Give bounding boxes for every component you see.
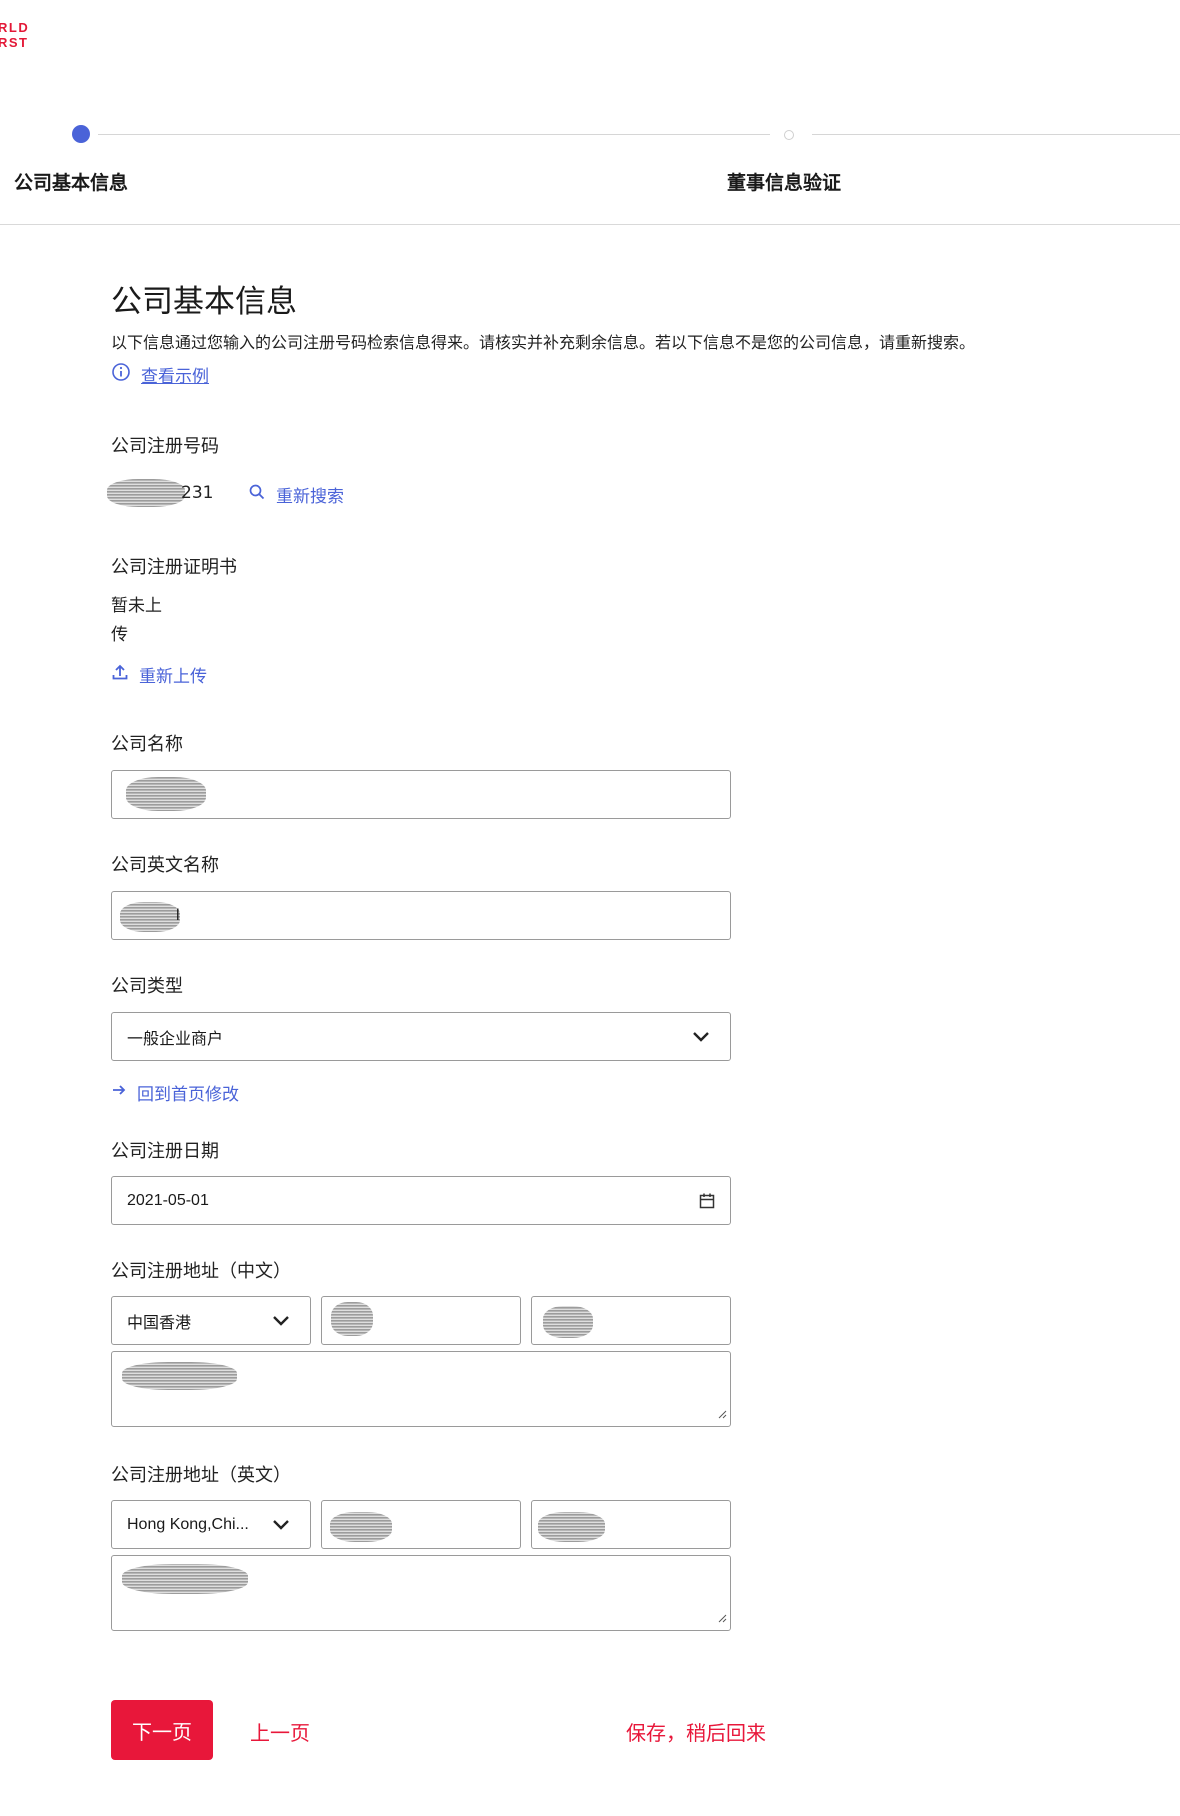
redacted-scribble <box>122 1362 237 1390</box>
company-name-en-label: 公司英文名称 <box>111 855 219 876</box>
company-type-label: 公司类型 <box>111 976 183 997</box>
registration-date-input[interactable]: 2021-05-01 <box>111 1176 731 1225</box>
certificate-label: 公司注册证明书 <box>111 557 237 578</box>
company-name-en-input[interactable]: l <box>111 891 731 940</box>
back-to-home-link[interactable]: 回到首页修改 <box>111 1080 239 1105</box>
registration-date-label: 公司注册日期 <box>111 1141 219 1162</box>
reupload-label: 重新上传 <box>139 667 207 687</box>
registration-number-value <box>105 476 185 510</box>
logo-text-line1: RLD <box>0 20 30 35</box>
search-icon <box>248 483 266 506</box>
address-cn-district-input[interactable] <box>531 1296 731 1345</box>
header-divider <box>0 224 1180 225</box>
redacted-scribble <box>126 777 206 811</box>
address-cn-region-value: 中国香港 <box>127 1314 192 1332</box>
arrow-right-icon <box>111 1082 127 1103</box>
certificate-status-line2: 传 <box>111 625 128 645</box>
calendar-icon[interactable] <box>698 1192 716 1210</box>
redacted-scribble <box>120 902 180 932</box>
save-for-later-button[interactable]: 保存，稍后回来 <box>626 1717 766 1746</box>
redacted-scribble <box>538 1512 605 1542</box>
step-2-label: 董事信息验证 <box>727 172 842 194</box>
step-connector <box>98 134 770 135</box>
resize-grip-icon[interactable] <box>717 1404 727 1423</box>
logo-text-line2: RST <box>0 35 29 50</box>
redacted-scribble <box>331 1302 373 1336</box>
address-cn-detail-textarea[interactable] <box>111 1351 731 1427</box>
company-name-input[interactable] <box>111 770 731 819</box>
address-en-city-input[interactable] <box>321 1500 521 1549</box>
registration-number-label: 公司注册号码 <box>111 436 219 457</box>
company-name-en-suffix: l <box>176 906 180 924</box>
previous-page-button[interactable]: 上一页 <box>250 1717 310 1746</box>
redacted-scribble <box>107 479 185 507</box>
step-1-label: 公司基本信息 <box>14 172 129 194</box>
research-label: 重新搜索 <box>276 487 344 507</box>
view-example-link[interactable]: 查看示例 <box>111 362 209 387</box>
view-example-label: 查看示例 <box>141 367 209 387</box>
chevron-down-icon <box>272 1519 290 1531</box>
company-type-value: 一般企业商户 <box>127 1030 224 1048</box>
step-connector <box>812 134 1180 135</box>
address-en-label: 公司注册地址（英文） <box>111 1465 291 1486</box>
address-en-region-select[interactable]: Hong Kong,Chi... <box>111 1500 311 1549</box>
redacted-scribble <box>330 1512 392 1542</box>
research-link[interactable]: 重新搜索 <box>248 482 344 507</box>
step-2-indicator <box>784 130 794 140</box>
chevron-down-icon <box>692 1031 710 1043</box>
address-cn-region-select[interactable]: 中国香港 <box>111 1296 311 1345</box>
resize-grip-icon[interactable] <box>717 1608 727 1627</box>
certificate-status-line1: 暂未上 <box>111 596 162 616</box>
address-en-district-input[interactable] <box>531 1500 731 1549</box>
address-en-region-value: Hong Kong,Chi... <box>127 1515 249 1533</box>
address-cn-city-input[interactable] <box>321 1296 521 1345</box>
info-icon <box>111 362 131 387</box>
reupload-link[interactable]: 重新上传 <box>111 662 207 687</box>
certificate-status: 暂未上 传 <box>111 592 162 650</box>
chevron-down-icon <box>272 1315 290 1327</box>
step-1-indicator <box>72 125 90 143</box>
page-description: 以下信息通过您输入的公司注册号码检索信息得来。请核实并补充剩余信息。若以下信息不… <box>111 333 976 352</box>
registration-date-value: 2021-05-01 <box>127 1191 209 1209</box>
address-cn-label: 公司注册地址（中文） <box>111 1261 291 1282</box>
back-to-home-label: 回到首页修改 <box>137 1085 239 1105</box>
next-page-button[interactable]: 下一页 <box>111 1700 213 1760</box>
registration-number-suffix: 231 <box>181 483 214 503</box>
upload-icon <box>111 663 129 686</box>
redacted-scribble <box>122 1564 248 1594</box>
redacted-scribble <box>543 1306 593 1338</box>
company-type-select[interactable]: 一般企业商户 <box>111 1012 731 1061</box>
brand-logo[interactable]: RLD RST <box>0 20 29 50</box>
page-title: 公司基本信息 <box>111 284 297 320</box>
address-en-detail-textarea[interactable] <box>111 1555 731 1631</box>
company-name-label: 公司名称 <box>111 734 183 755</box>
